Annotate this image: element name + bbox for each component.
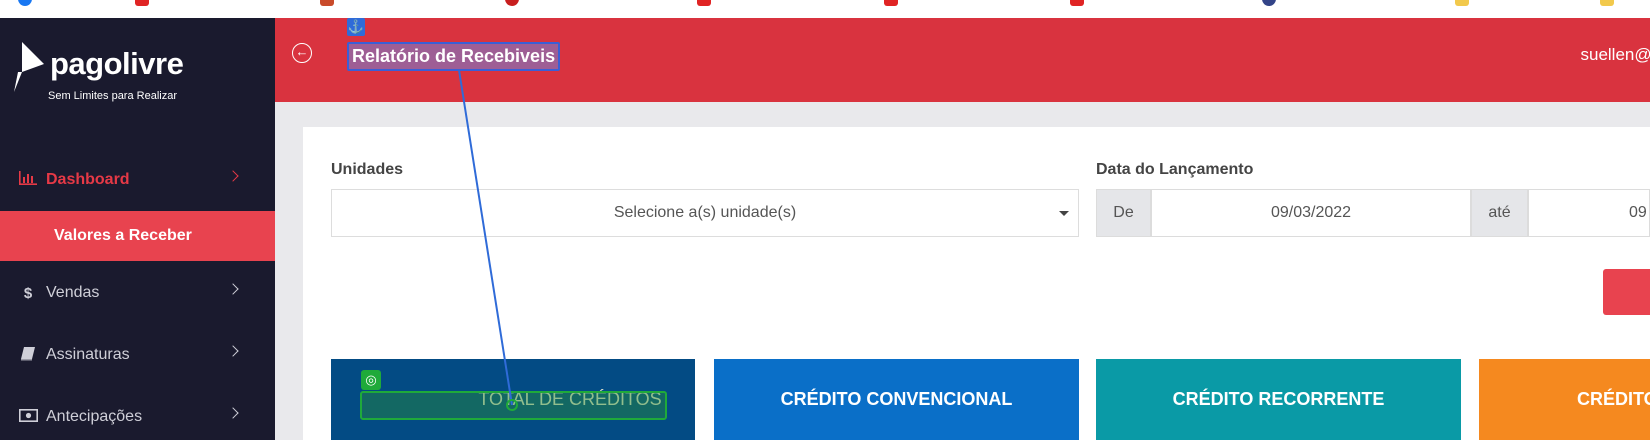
bar-chart-icon (18, 171, 38, 189)
sidebar-subitem-valores-a-receber[interactable]: Valores a Receber (0, 211, 275, 261)
arrow-left-circle-icon[interactable]: ← (292, 43, 312, 63)
sidebar-item-assinaturas[interactable]: Assinaturas (0, 330, 275, 380)
tile-credito[interactable]: CRÉDITO (1479, 359, 1650, 440)
sidebar-item-antecipacoes[interactable]: Antecipações (0, 392, 275, 442)
tile-credito-convencional[interactable]: CRÉDITO CONVENCIONAL (714, 359, 1079, 440)
date-to-addon: até (1471, 189, 1528, 237)
sidebar-item-label: Assinaturas (46, 346, 130, 364)
bookmark-favicon[interactable] (1600, 0, 1614, 6)
sidebar-item-label: Vendas (46, 284, 99, 302)
date-from-addon: De (1096, 189, 1151, 237)
units-select-value: Selecione a(s) unidade(s) (614, 204, 796, 222)
brand-name: pagolivre (50, 46, 183, 82)
page-header: ← ⚓ Relatório de Recebiveis suellen@bod (275, 18, 1650, 102)
bookmarks-bar (0, 0, 1650, 18)
units-select[interactable]: Selecione a(s) unidade(s) (331, 189, 1079, 237)
chevron-right-icon (227, 283, 238, 294)
page-title: Relatório de Recebiveis (347, 42, 560, 71)
money-bill-icon (18, 409, 38, 426)
filter-button[interactable] (1603, 269, 1650, 315)
dollar-icon: $ (18, 285, 38, 302)
tile-label: CRÉDITO RECORRENTE (1173, 389, 1385, 410)
bookmark-favicon[interactable] (884, 0, 898, 6)
date-to-input[interactable]: 09 (1528, 189, 1650, 237)
date-label: Data do Lançamento (1096, 161, 1253, 179)
chevron-right-icon (227, 345, 238, 356)
brand-logo[interactable]: pagolivre Sem Limites para Realizar (14, 32, 264, 112)
bookmark-favicon[interactable] (320, 0, 334, 6)
anchor-icon: ⚓ (347, 18, 365, 36)
bookmark-favicon[interactable] (505, 0, 519, 6)
bookmark-favicon[interactable] (1070, 0, 1084, 6)
highlight-box (360, 391, 667, 420)
tile-label: CRÉDITO (1577, 389, 1650, 410)
date-to-value: 09 (1629, 204, 1647, 222)
book-icon (18, 346, 38, 365)
date-range: De 09/03/2022 até 09 (1096, 189, 1650, 237)
sidebar-item-vendas[interactable]: $ Vendas (0, 268, 275, 318)
caret-down-icon (1059, 211, 1069, 216)
user-email[interactable]: suellen@bod (1581, 45, 1650, 65)
target-icon: ◎ (361, 370, 381, 390)
date-from-input[interactable]: 09/03/2022 (1151, 189, 1471, 237)
bookmark-favicon[interactable] (697, 0, 711, 6)
brand-mark-icon (14, 42, 48, 92)
brand-tagline: Sem Limites para Realizar (48, 90, 177, 102)
bookmark-favicon[interactable] (1262, 0, 1276, 6)
bookmark-favicon[interactable] (18, 0, 32, 6)
sidebar: pagolivre Sem Limites para Realizar Dash… (0, 18, 275, 440)
tile-credito-recorrente[interactable]: CRÉDITO RECORRENTE (1096, 359, 1461, 440)
bookmark-favicon[interactable] (1455, 0, 1469, 6)
units-label: Unidades (331, 161, 403, 179)
chevron-right-icon (227, 170, 238, 181)
sidebar-item-label: Antecipações (46, 408, 142, 426)
bookmark-favicon[interactable] (135, 0, 149, 6)
sidebar-item-label: Dashboard (46, 171, 130, 189)
tile-label: CRÉDITO CONVENCIONAL (781, 389, 1013, 410)
sidebar-item-dashboard[interactable]: Dashboard (0, 155, 275, 205)
chevron-right-icon (227, 407, 238, 418)
